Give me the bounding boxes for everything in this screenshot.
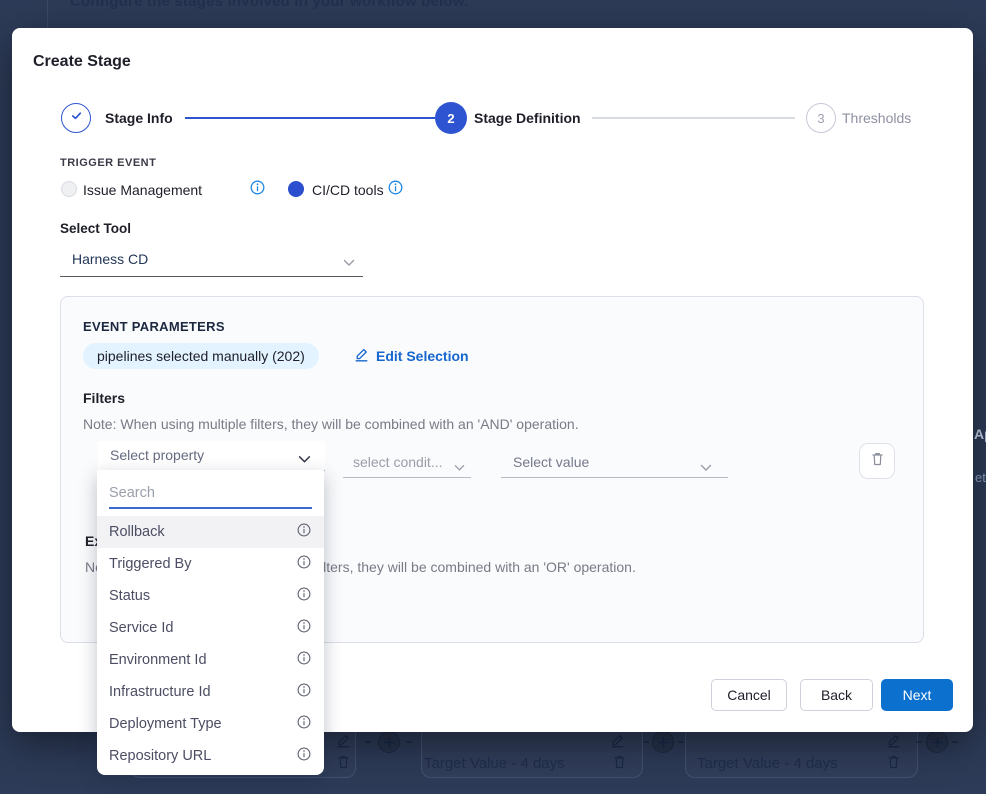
dropdown-option-label: Deployment Type — [109, 716, 222, 732]
target-value-label: Target Value - 4 days — [424, 755, 565, 772]
step-2-number: 2 — [447, 111, 454, 126]
check-icon — [69, 108, 84, 128]
dropdown-option-label: Infrastructure Id — [109, 684, 211, 700]
chevron-down-icon — [454, 459, 465, 477]
background-header-text: Configure the stages involved in your wo… — [70, 0, 468, 10]
chevron-down-icon — [343, 254, 355, 272]
dropdown-option-label: Service Id — [109, 620, 173, 636]
value-select-placeholder: Select value — [513, 448, 589, 477]
next-button[interactable]: Next — [881, 679, 953, 711]
info-icon[interactable] — [297, 715, 311, 734]
dropdown-option-environment-id[interactable]: Environment Id — [97, 644, 324, 676]
background-divider — [47, 0, 48, 28]
radio-issue-management[interactable] — [61, 181, 77, 197]
radio-cicd-tools-label[interactable]: CI/CD tools — [312, 182, 384, 198]
delete-filter-button[interactable] — [859, 443, 895, 479]
connector-dash — [678, 741, 684, 743]
step-2-label[interactable]: Stage Definition — [474, 110, 581, 126]
chevron-down-icon — [298, 451, 311, 469]
info-icon[interactable] — [297, 651, 311, 670]
trash-icon — [886, 754, 901, 775]
edit-selection-label: Edit Selection — [376, 348, 469, 364]
step-3-label[interactable]: Thresholds — [842, 110, 911, 126]
step-1-indicator[interactable] — [61, 103, 91, 133]
property-select-placeholder: Select property — [110, 441, 204, 470]
property-dropdown: Rollback Triggered By Status Service Id … — [97, 470, 324, 775]
add-stage-icon — [652, 731, 674, 753]
selection-pill: pipelines selected manually (202) — [83, 343, 319, 369]
tool-select[interactable]: Harness CD — [60, 244, 363, 277]
edit-icon — [354, 347, 369, 365]
step-2-indicator[interactable]: 2 — [435, 102, 467, 134]
condition-select-placeholder: select condit... — [353, 448, 443, 477]
modal-title: Create Stage — [33, 53, 131, 71]
filters-note: Note: When using multiple filters, they … — [83, 416, 579, 432]
add-stage-icon — [378, 731, 400, 753]
back-button[interactable]: Back — [800, 679, 873, 711]
event-parameters-heading: EVENT PARAMETERS — [83, 319, 225, 334]
dropdown-option-service-id[interactable]: Service Id — [97, 612, 324, 644]
dropdown-option-rollback[interactable]: Rollback — [97, 516, 324, 548]
edit-icon — [886, 733, 901, 753]
add-stage-icon — [926, 731, 948, 753]
dropdown-option-label: Rollback — [109, 524, 165, 540]
step-3-number: 3 — [817, 111, 824, 126]
search-input[interactable] — [109, 479, 312, 509]
background-text-fragment: Ap — [974, 426, 986, 442]
connector-dash — [952, 741, 958, 743]
step-1-label[interactable]: Stage Info — [105, 110, 173, 126]
info-icon[interactable] — [297, 683, 311, 702]
tool-select-value: Harness CD — [72, 244, 148, 275]
select-tool-label: Select Tool — [60, 221, 131, 236]
chevron-down-icon — [700, 459, 712, 477]
dropdown-option-repository-url[interactable]: Repository URL — [97, 740, 324, 772]
info-icon[interactable] — [297, 747, 311, 766]
radio-issue-management-label[interactable]: Issue Management — [83, 182, 202, 198]
radio-cicd-tools[interactable] — [288, 181, 304, 197]
dropdown-option-label: Repository URL — [109, 748, 211, 764]
screen: Configure the stages involved in your wo… — [0, 0, 986, 794]
edit-selection-link[interactable]: Edit Selection — [354, 343, 469, 369]
property-select[interactable]: Select property — [98, 441, 325, 471]
trash-icon — [612, 754, 627, 775]
dropdown-option-label: Triggered By — [109, 556, 191, 572]
dropdown-option-deployment-type[interactable]: Deployment Type — [97, 708, 324, 740]
dropdown-option-status[interactable]: Status — [97, 580, 324, 612]
edit-icon — [336, 733, 351, 753]
trigger-event-heading: TRIGGER EVENT — [60, 157, 156, 169]
cancel-button[interactable]: Cancel — [711, 679, 787, 711]
info-icon[interactable] — [297, 523, 311, 542]
value-select[interactable]: Select value — [501, 448, 728, 478]
dropdown-option-infrastructure-id[interactable]: Infrastructure Id — [97, 676, 324, 708]
background-text-fragment: et — [975, 470, 986, 485]
connector-dash — [406, 741, 412, 743]
info-icon[interactable] — [388, 180, 403, 200]
dropdown-option-label: Status — [109, 588, 150, 604]
dropdown-option-label: Environment Id — [109, 652, 207, 668]
connector-dash — [643, 741, 649, 743]
connector-dash — [916, 741, 922, 743]
info-icon[interactable] — [250, 180, 265, 200]
trash-icon — [336, 754, 351, 775]
info-icon[interactable] — [297, 587, 311, 606]
condition-select[interactable]: select condit... — [343, 448, 471, 478]
stepper-connector — [185, 117, 435, 119]
trash-icon — [870, 451, 885, 472]
filters-heading: Filters — [83, 390, 125, 406]
step-3-indicator[interactable]: 3 — [806, 103, 836, 133]
dropdown-option-triggered-by[interactable]: Triggered By — [97, 548, 324, 580]
edit-icon — [610, 733, 625, 753]
target-value-label: Target Value - 4 days — [697, 755, 838, 772]
info-icon[interactable] — [297, 619, 311, 638]
connector-dash — [365, 741, 371, 743]
info-icon[interactable] — [297, 555, 311, 574]
stepper-connector — [592, 117, 795, 119]
